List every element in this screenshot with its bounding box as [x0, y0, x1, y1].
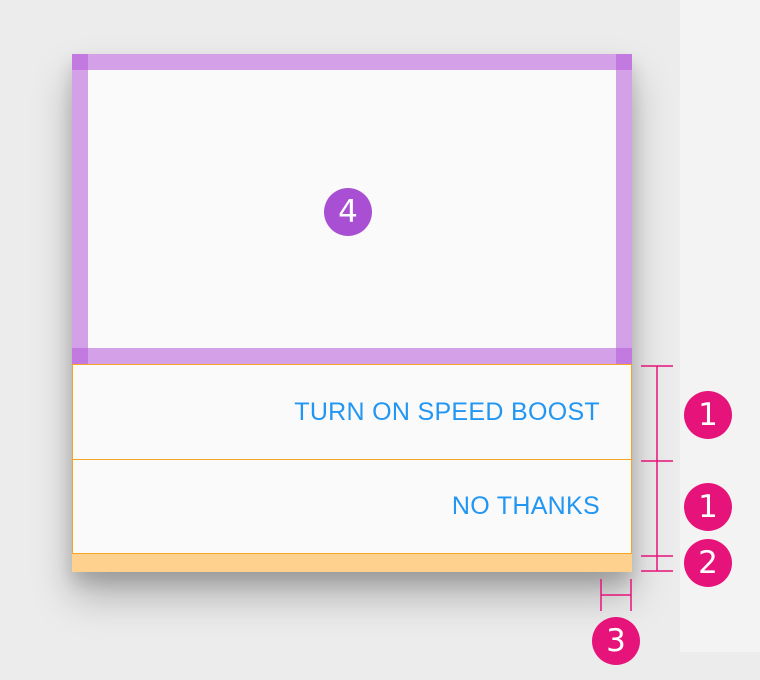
callout-badge: 1: [684, 391, 732, 439]
content-padding-right: [616, 70, 632, 348]
button-label: TURN ON SPEED BOOST: [294, 398, 600, 426]
turn-on-speed-boost-button[interactable]: TURN ON SPEED BOOST: [72, 364, 632, 460]
content-padding-top: [72, 54, 632, 70]
canvas: { "dialog": { "actions": [ {"label": "TU…: [0, 0, 760, 680]
callout-badge: 2: [684, 539, 732, 587]
padding-corner: [72, 54, 88, 70]
button-label: NO THANKS: [451, 492, 600, 520]
content-padding-left: [72, 70, 88, 348]
no-thanks-button[interactable]: NO THANKS: [72, 459, 632, 554]
dialog: TURN ON SPEED BOOST NO THANKS: [72, 54, 632, 572]
callout-badge: 1: [684, 483, 732, 531]
padding-corner: [616, 54, 632, 70]
bottom-padding-area: [72, 554, 632, 572]
padding-corner: [72, 348, 88, 364]
callout-badge: 4: [324, 188, 372, 236]
padding-corner: [616, 348, 632, 364]
callout-badge: 3: [592, 617, 640, 665]
content-padding-bottom: [72, 348, 632, 364]
